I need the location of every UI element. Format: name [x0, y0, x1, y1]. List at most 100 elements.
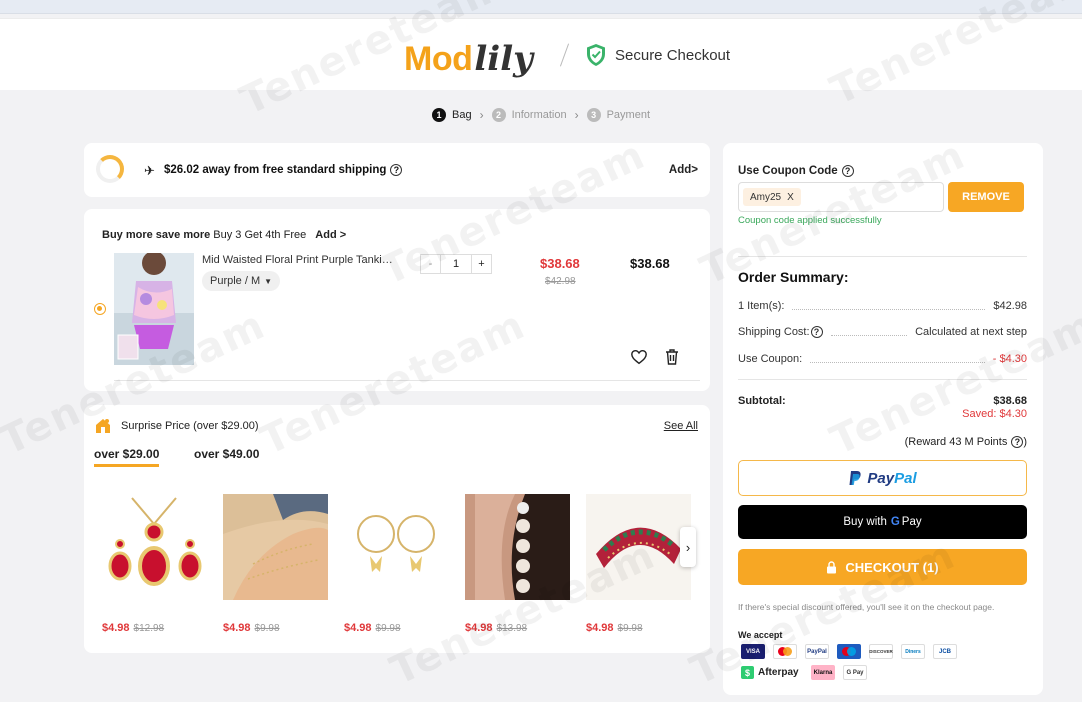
logo-lily-text: lily [474, 39, 533, 79]
reward-points: (Reward 43 M Points?) [905, 436, 1027, 448]
promo-add-link[interactable]: Add > [315, 229, 346, 241]
surprise-item[interactable]: $4.98 $9.98 [586, 494, 691, 634]
help-icon[interactable]: ? [1011, 436, 1024, 448]
help-icon[interactable]: ? [390, 164, 403, 176]
help-icon[interactable]: ? [810, 326, 823, 338]
coupon-label-text: Use Coupon Code [738, 165, 838, 178]
bag-card: Buy more save more Buy 3 Get 4th Free Ad… [84, 209, 710, 391]
step-label: Information [511, 109, 567, 121]
we-accept-label: We accept [738, 630, 783, 640]
gpay-buy-text: Buy with [843, 516, 887, 528]
mastercard-icon [773, 644, 797, 659]
step-label: Bag [451, 109, 472, 121]
jewelry-set-illustration [102, 494, 207, 600]
paypal-button[interactable]: Pay Pal [738, 460, 1027, 496]
product-name[interactable]: Mid Waisted Floral Print Purple Tankini … [202, 254, 397, 266]
item-select-radio[interactable] [94, 303, 106, 315]
sale-price: $4.98 [465, 622, 493, 634]
coupon-chip: Amy25 X [743, 188, 801, 206]
step-information[interactable]: 2 Information [491, 108, 567, 122]
subtotal-value: $38.68 [993, 395, 1027, 407]
step-label: Payment [606, 109, 651, 121]
item-price: $4.98 $13.98 [465, 622, 570, 634]
shipping-progress-ring [96, 155, 124, 183]
afterpay-icon: $ Afterpay [741, 665, 803, 680]
original-price: $9.98 [375, 623, 401, 634]
shipping-value: Calculated at next step [915, 326, 1027, 338]
tab-over-49[interactable]: over $49.00 [194, 447, 259, 461]
remove-coupon-button[interactable]: REMOVE [948, 182, 1024, 212]
maestro-icon [837, 644, 861, 659]
original-price: $9.98 [254, 623, 280, 634]
promo-line: Buy more save more Buy 3 Get 4th Free Ad… [102, 229, 346, 241]
product-image[interactable] [344, 494, 449, 600]
secure-checkout: Secure Checkout [585, 43, 730, 67]
sale-price: $4.98 [344, 622, 372, 634]
shipping-add-link[interactable]: Add> [669, 164, 698, 176]
surprise-item[interactable]: $4.98 $12.98 [102, 494, 207, 634]
order-summary-title: Order Summary: [738, 269, 849, 285]
pearl-earring-illustration [465, 494, 570, 600]
original-price: $9.98 [617, 623, 643, 634]
coupon-row-label: Use Coupon: [738, 353, 803, 365]
gpay-small-icon: G Pay [843, 665, 867, 680]
sale-price: $4.98 [223, 622, 251, 634]
item-price: $4.98 $9.98 [344, 622, 449, 634]
quantity-stepper: - 1 + [420, 254, 492, 274]
close-icon[interactable]: X [787, 192, 794, 203]
anklet-illustration [223, 494, 328, 600]
google-pay-button[interactable]: Buy with G Pay [738, 505, 1027, 539]
step-payment[interactable]: 3 Payment [586, 108, 651, 122]
coupon-input[interactable]: Amy25 X [738, 182, 944, 212]
qty-minus-button[interactable]: - [421, 255, 441, 273]
see-all-link[interactable]: See All [664, 420, 698, 432]
shipping-threshold-text: $26.02 away from free standard shipping? [164, 164, 403, 177]
shield-check-icon [587, 44, 605, 66]
surprise-item[interactable]: $4.98 $13.98 [465, 494, 570, 634]
item-sale-price: $38.68 [540, 256, 580, 271]
caret-down-icon: ▼ [264, 276, 273, 286]
shipping-row: Shipping Cost:? Calculated at next step [738, 326, 1027, 338]
product-image[interactable] [465, 494, 570, 600]
product-image[interactable] [102, 494, 207, 600]
checkout-steps: 1 Bag › 2 Information › 3 Payment [0, 108, 1082, 122]
trash-icon[interactable] [664, 348, 680, 366]
subtotal-label: Subtotal: [738, 395, 786, 407]
browser-top-strip [0, 0, 1082, 14]
product-image[interactable] [114, 253, 194, 365]
carousel-next-button[interactable]: › [680, 527, 696, 567]
product-image[interactable] [223, 494, 328, 600]
reward-text: (Reward 43 M Points [904, 436, 1008, 448]
klarna-icon: Klarna [811, 665, 835, 680]
reward-close-paren: ) [1023, 436, 1027, 448]
original-price: $13.98 [496, 623, 528, 634]
lock-icon [827, 560, 837, 573]
gpay-pay-text: Pay [901, 516, 922, 528]
dotted-leader [830, 334, 908, 336]
bag-divider [114, 380, 700, 381]
swimsuit-illustration [114, 253, 194, 365]
coupon-label: Use Coupon Code? [738, 165, 854, 177]
items-row: 1 Item(s): $42.98 [738, 300, 1027, 312]
checkout-button[interactable]: CHECKOUT (1) [738, 549, 1027, 585]
help-icon[interactable]: ? [841, 165, 854, 177]
qty-value[interactable]: 1 [441, 258, 471, 270]
shipping-text: $26.02 away from free standard shipping [164, 164, 387, 177]
surprise-item[interactable]: $4.98 $9.98 [223, 494, 328, 634]
step-number: 3 [586, 108, 601, 122]
plane-icon: ✈ [144, 163, 155, 178]
variant-select[interactable]: Purple / M ▼ [202, 271, 281, 291]
modlily-logo[interactable]: Mod lily [404, 29, 533, 81]
coupon-row: Use Coupon: - $4.30 [738, 353, 1027, 365]
coupon-value: - $4.30 [992, 353, 1027, 365]
product-image[interactable] [586, 494, 691, 600]
qty-plus-button[interactable]: + [471, 255, 491, 273]
promo-bold: Buy more save more [102, 229, 211, 241]
surprise-item[interactable]: $4.98 $9.98 [344, 494, 449, 634]
heart-icon[interactable] [630, 348, 648, 366]
step-bag[interactable]: 1 Bag [431, 108, 472, 122]
discount-note: If there's special discount offered, you… [738, 602, 995, 612]
logo-mod-text: Mod [404, 40, 473, 78]
chevron-right-icon: › [479, 108, 484, 122]
tab-over-29[interactable]: over $29.00 [94, 447, 160, 467]
